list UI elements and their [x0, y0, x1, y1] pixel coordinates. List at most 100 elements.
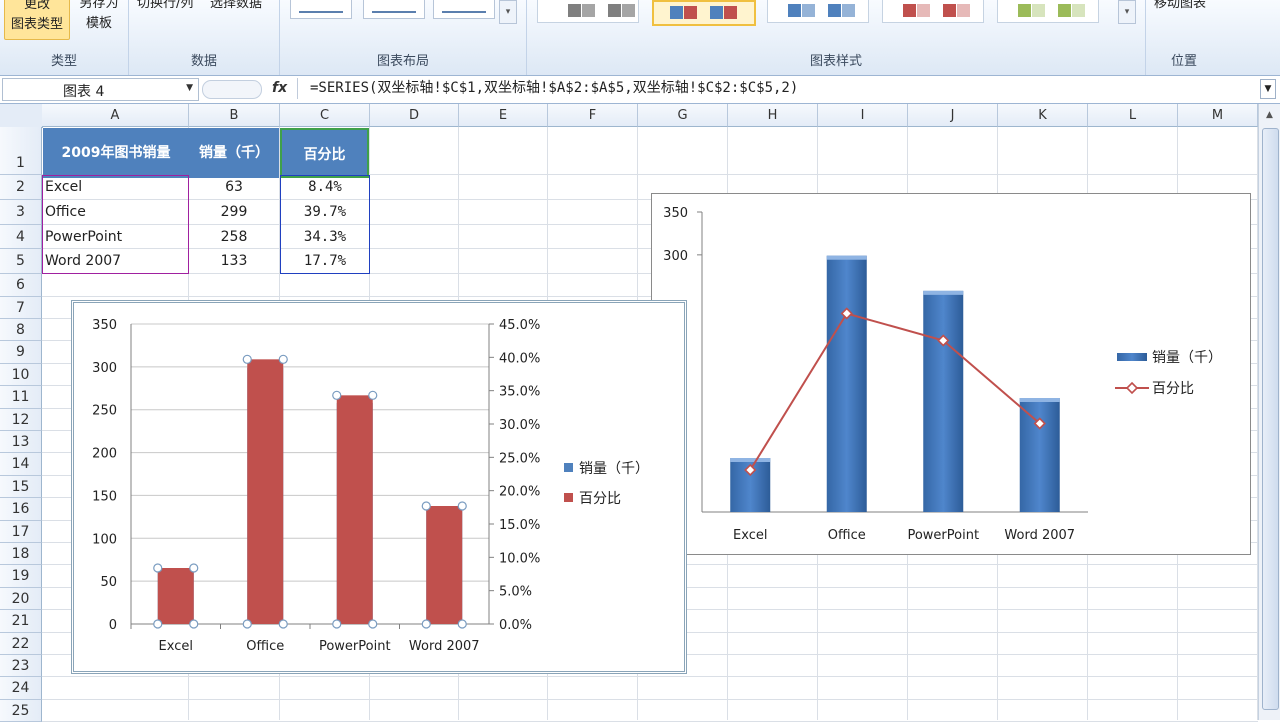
row-header-5[interactable]: 5	[0, 249, 42, 274]
bar-primary[interactable]	[923, 290, 964, 512]
line-series[interactable]	[749, 312, 1041, 471]
row-header-17[interactable]: 17	[0, 521, 42, 543]
row-header-22[interactable]: 22	[0, 633, 42, 655]
table-cell[interactable]: 39.7%	[280, 200, 370, 224]
chart-style-red[interactable]	[882, 0, 984, 23]
row-header-18[interactable]: 18	[0, 543, 42, 565]
chart-combo[interactable]: 350 300 Excel Office PowerPoint Word 2007 销量（千…	[651, 193, 1251, 555]
row-header-23[interactable]: 23	[0, 655, 42, 677]
selection-handle[interactable]	[242, 619, 252, 629]
row-header-21[interactable]: 21	[0, 610, 42, 633]
selection-handle[interactable]	[278, 354, 288, 364]
column-header-m[interactable]: M	[1178, 104, 1258, 127]
select-all-corner[interactable]	[0, 104, 43, 128]
formula-input[interactable]: =SERIES(双坐标轴!$C$1,双坐标轴!$A$2:$A$5,双坐标轴!$C…	[297, 78, 1270, 99]
scroll-up-icon[interactable]: ▲	[1262, 106, 1277, 124]
selection-handle[interactable]	[457, 501, 467, 511]
bar-primary[interactable]	[826, 255, 867, 512]
row-header-19[interactable]: 19	[0, 565, 42, 588]
selection-handle[interactable]	[421, 619, 431, 629]
layout-gallery-more-icon[interactable]: ▾	[499, 0, 517, 24]
selection-handle[interactable]	[421, 501, 431, 511]
table-header-percent[interactable]: 百分比	[280, 128, 369, 178]
selection-handle[interactable]	[368, 619, 378, 629]
table-cell[interactable]: 17.7%	[280, 249, 370, 273]
column-header-d[interactable]: D	[370, 104, 459, 127]
table-cell[interactable]: 34.3%	[280, 225, 370, 249]
column-header-h[interactable]: H	[728, 104, 818, 127]
row-header-3[interactable]: 3	[0, 200, 42, 225]
column-header-g[interactable]: G	[638, 104, 728, 127]
layout-thumb-3[interactable]	[433, 0, 495, 19]
table-cell[interactable]: 299	[189, 200, 279, 224]
save-as-template-button[interactable]: 另存为 模板	[74, 0, 124, 34]
row-header-16[interactable]: 16	[0, 498, 42, 521]
row-header-10[interactable]: 10	[0, 364, 42, 386]
row-header-1[interactable]: 1	[0, 127, 42, 175]
table-cell[interactable]: 63	[189, 175, 279, 199]
table-cell[interactable]: 258	[189, 225, 279, 249]
selection-handle[interactable]	[278, 619, 288, 629]
row-header-24[interactable]: 24	[0, 677, 42, 700]
row-header-2[interactable]: 2	[0, 175, 42, 200]
bar-secondary[interactable]	[157, 568, 194, 624]
column-header-l[interactable]: L	[1088, 104, 1178, 127]
row-header-20[interactable]: 20	[0, 588, 42, 610]
row-header-25[interactable]: 25	[0, 700, 42, 722]
selection-handle[interactable]	[332, 619, 342, 629]
row-header-11[interactable]: 11	[0, 386, 42, 409]
name-box[interactable]: 图表 4 ▼	[2, 78, 199, 101]
selection-handle[interactable]	[189, 563, 199, 573]
style-gallery-more-icon[interactable]: ▾	[1118, 0, 1136, 24]
switch-row-column-button[interactable]: 切换行/列	[137, 0, 193, 14]
chart-dual-axis[interactable]: 0 50 100 150 200 250 300 350 0.0% 5.0% 10.0% 15.0% 2…	[71, 300, 687, 674]
layout-thumb-2[interactable]	[363, 0, 425, 19]
table-cell[interactable]: Word 2007	[45, 249, 185, 273]
table-cell[interactable]: 133	[189, 249, 279, 273]
chart-style-gray[interactable]	[537, 0, 639, 23]
row-header-14[interactable]: 14	[0, 453, 42, 476]
vertical-scrollbar[interactable]: ▲	[1258, 104, 1280, 720]
column-header-i[interactable]: I	[818, 104, 908, 127]
scroll-thumb[interactable]	[1262, 128, 1279, 710]
insert-function-icon[interactable]: fx	[272, 80, 287, 96]
selection-handle[interactable]	[368, 390, 378, 400]
row-header-4[interactable]: 4	[0, 225, 42, 249]
table-header-title[interactable]: 2009年图书销量	[43, 128, 189, 178]
chart-style-blue[interactable]	[767, 0, 869, 23]
row-header-15[interactable]: 15	[0, 476, 42, 498]
bar-secondary[interactable]	[247, 359, 284, 624]
table-cell[interactable]: PowerPoint	[45, 225, 185, 249]
column-header-e[interactable]: E	[459, 104, 548, 127]
table-cell[interactable]: Excel	[45, 175, 185, 199]
column-header-j[interactable]: J	[908, 104, 998, 127]
column-header-c[interactable]: C	[280, 104, 370, 127]
layout-thumb-1[interactable]	[290, 0, 352, 19]
column-header-f[interactable]: F	[548, 104, 638, 127]
selection-handle[interactable]	[242, 354, 252, 364]
selection-handle[interactable]	[153, 619, 163, 629]
expand-formula-bar-icon[interactable]: ▼	[1260, 79, 1276, 99]
row-header-9[interactable]: 9	[0, 341, 42, 364]
row-header-13[interactable]: 13	[0, 431, 42, 453]
chart-style-green[interactable]	[997, 0, 1099, 23]
select-data-button[interactable]: 选择数据	[210, 0, 262, 14]
row-header-8[interactable]: 8	[0, 319, 42, 341]
table-cell[interactable]: Office	[45, 200, 185, 224]
row-header-12[interactable]: 12	[0, 409, 42, 431]
chart-style-color[interactable]	[652, 0, 756, 26]
change-chart-type-button[interactable]: 更改 图表类型	[4, 0, 70, 40]
row-header-6[interactable]: 6	[0, 274, 42, 297]
table-cell[interactable]: 8.4%	[280, 175, 370, 199]
move-chart-button[interactable]: 移动图表	[1154, 0, 1206, 14]
column-header-b[interactable]: B	[189, 104, 280, 127]
bar-primary[interactable]	[1019, 398, 1060, 512]
selection-handle[interactable]	[457, 619, 467, 629]
column-header-k[interactable]: K	[998, 104, 1088, 127]
bar-secondary[interactable]	[426, 506, 463, 624]
selection-handle[interactable]	[189, 619, 199, 629]
chevron-down-icon[interactable]: ▼	[186, 83, 193, 93]
bar-secondary[interactable]	[336, 395, 373, 624]
selection-handle[interactable]	[153, 563, 163, 573]
formula-bar-splitter[interactable]	[202, 80, 262, 99]
